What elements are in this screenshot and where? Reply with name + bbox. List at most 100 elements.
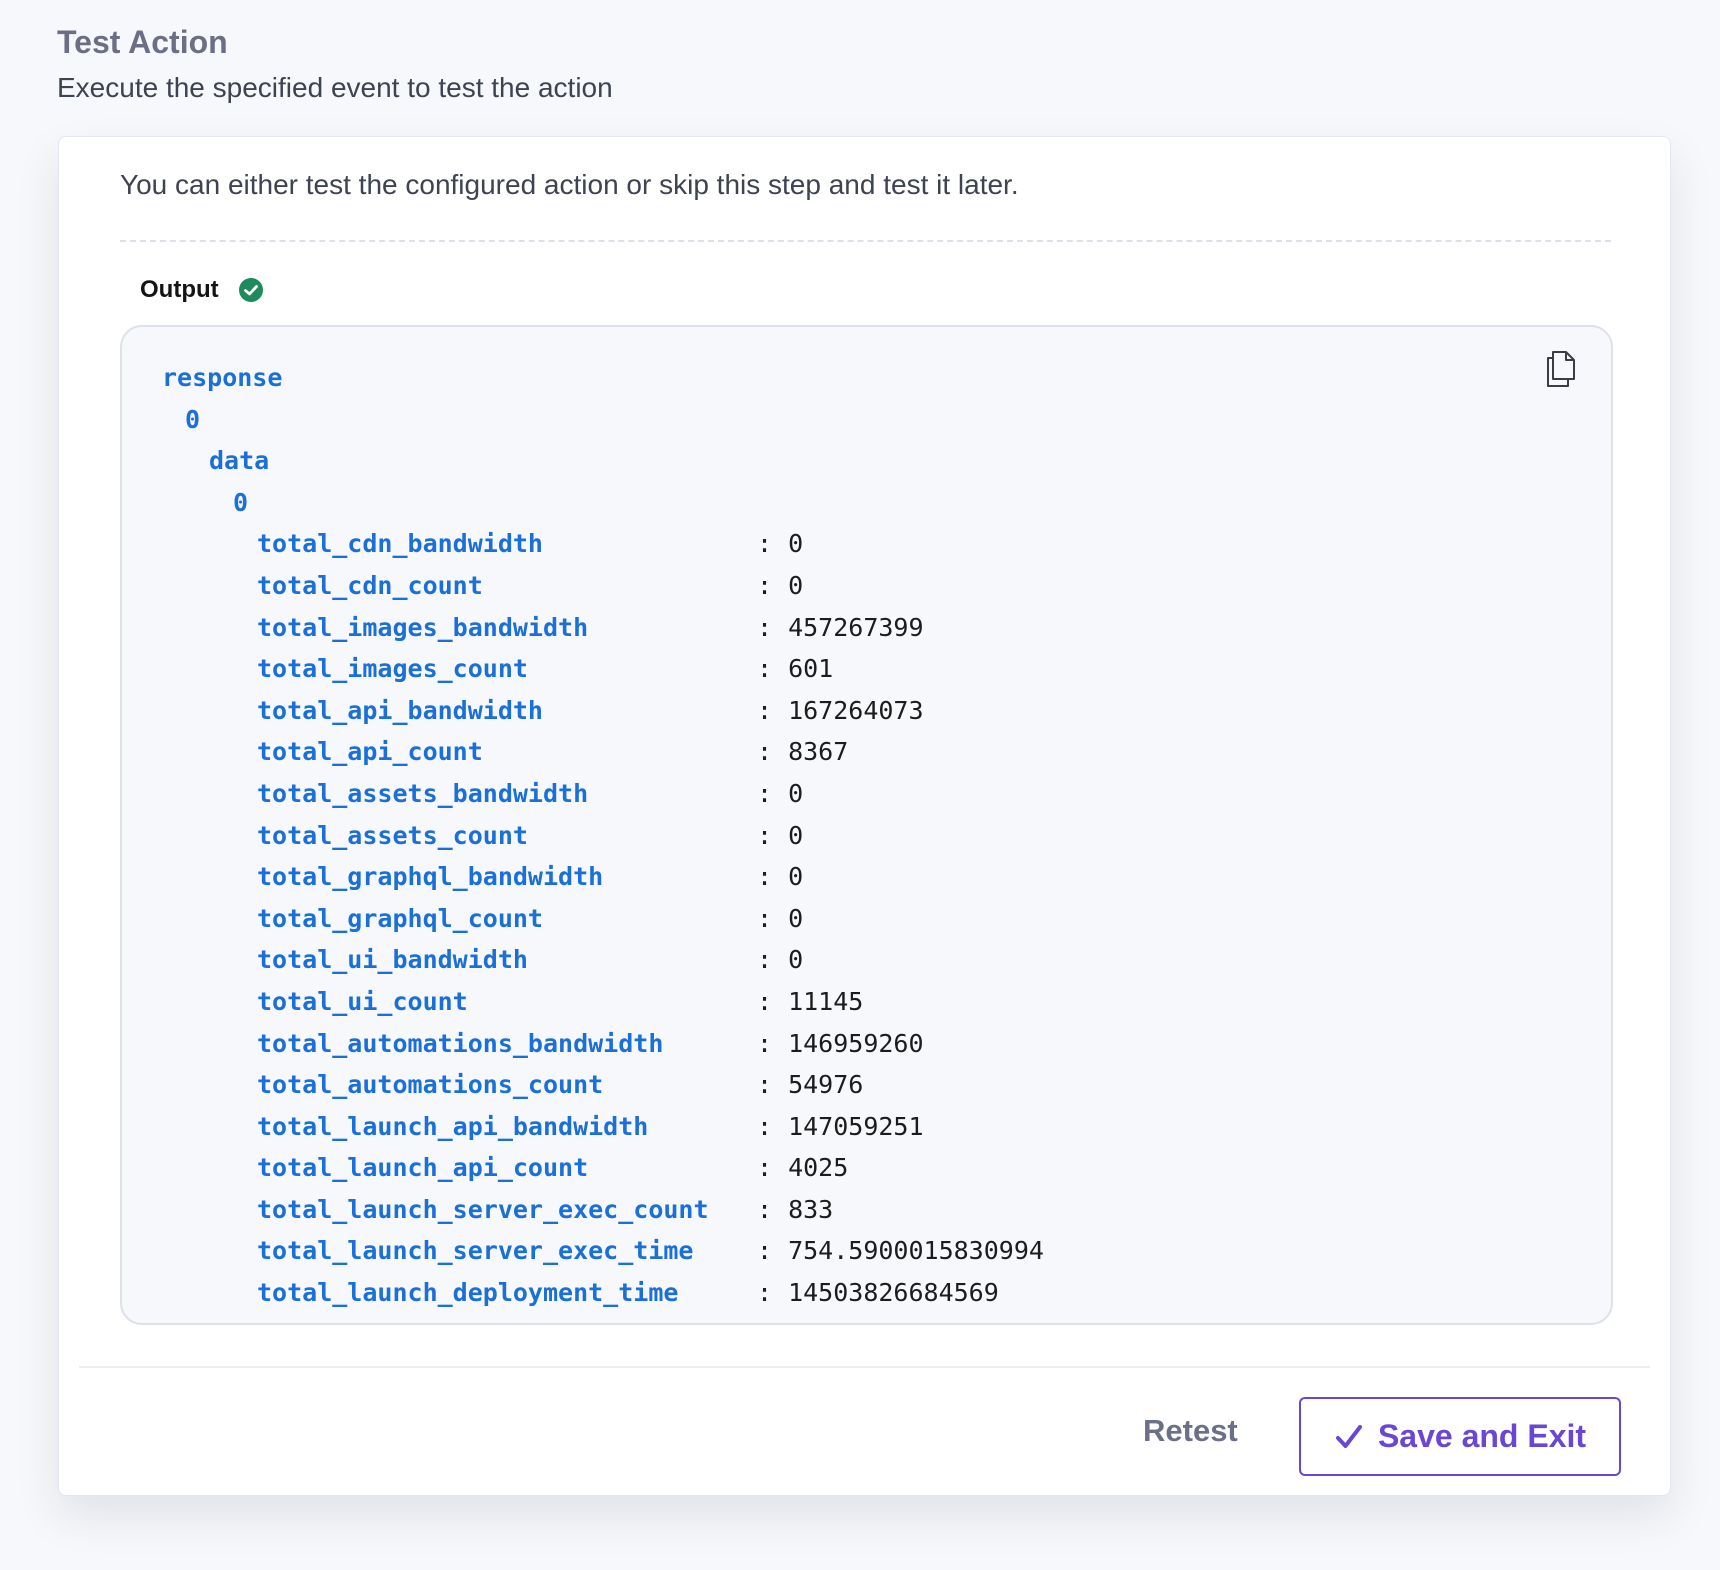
copy-icon[interactable] [1543,349,1579,389]
field-separator: : [757,903,773,933]
field-separator: : [757,862,773,892]
field-separator: : [757,1153,773,1183]
json-key: data [209,446,270,476]
field-key: total_graphql_bandwidth [257,862,604,892]
footer-divider [79,1366,1650,1368]
field-value: 754.5900015830994 [788,1236,1044,1266]
code-field-row: total_launch_server_exec_time:754.590001… [162,1230,1511,1272]
code-line-data: data [162,440,1511,482]
field-key: total_launch_deployment_count [257,1314,757,1323]
output-header: Output [140,270,264,310]
field-key: total_ui_count [257,986,468,1016]
field-key: total_launch_api_bandwidth [257,1111,649,1141]
field-separator: : [757,612,773,642]
code-content: response 0 data 0 total_cdn_bandwidth:0 t… [162,357,1511,1323]
save-and-exit-label: Save and Exit [1377,1418,1587,1454]
code-field-row: total_automations_count:54976 [162,1064,1511,1106]
field-key: total_images_bandwidth [257,612,589,642]
field-key: total_ui_bandwidth [257,945,528,975]
code-field-row: total_ui_count:11145 [162,981,1511,1023]
field-separator: : [757,1236,773,1266]
code-line-index: 0 [162,399,1511,441]
field-value: 147059251 [788,1111,924,1141]
code-field-row: total_api_bandwidth:167264073 [162,690,1511,732]
field-key: total_assets_count [257,820,528,850]
field-value: 8367 [788,737,849,767]
code-field-row: total_launch_deployment_time:14503826684… [162,1272,1511,1314]
field-value: 4025 [788,1153,849,1183]
field-separator: : [757,695,773,725]
code-field-row: total_assets_count:0 [162,815,1511,857]
field-value: 146959260 [788,1028,924,1058]
field-key: total_api_bandwidth [257,695,543,725]
code-line-data-index: 0 [162,482,1511,524]
code-field-row: total_automations_bandwidth:146959260 [162,1023,1511,1065]
field-key: total_assets_bandwidth [257,778,589,808]
field-separator: : [757,820,773,850]
field-key: total_api_count [257,737,483,767]
code-field-row: total_launch_server_exec_count:833 [162,1189,1511,1231]
field-value: 0 [788,820,804,850]
field-key: total_launch_server_exec_time [257,1236,694,1266]
code-field-row: total_ui_bandwidth:0 [162,939,1511,981]
field-key: total_launch_api_count [257,1153,589,1183]
field-value: 833 [788,1194,834,1224]
field-key: total_graphql_count [257,903,543,933]
field-separator: : [757,654,773,684]
field-rows: total_cdn_bandwidth:0 total_cdn_count:0 to… [162,523,1511,1323]
code-field-row: total_images_count:601 [162,648,1511,690]
field-separator: : [757,1278,773,1308]
field-separator: : [757,1194,773,1224]
field-key: total_images_count [257,654,528,684]
card-description: You can either test the configured actio… [120,169,1019,200]
field-key: total_automations_count [257,1070,604,1100]
code-field-row: total_assets_bandwidth:0 [162,773,1511,815]
code-field-row: total_launch_deployment_count: 104 [162,1314,1511,1323]
field-separator: : [757,986,773,1016]
field-value: 0 [788,945,804,975]
field-value: 54976 [788,1070,864,1100]
field-separator: : [757,1111,773,1141]
checkmark-icon [1334,1422,1364,1452]
field-separator: : [757,778,773,808]
page-header: Test Action Execute the specified event … [57,18,613,110]
field-value: 0 [788,570,804,600]
field-key: total_launch_server_exec_count [257,1194,709,1224]
code-field-row: total_graphql_bandwidth:0 [162,856,1511,898]
field-value: 601 [788,654,834,684]
field-separator: : [757,945,773,975]
code-field-row: total_cdn_bandwidth:0 [162,523,1511,565]
field-key: total_launch_deployment_time [257,1278,679,1308]
field-key: total_cdn_count [257,570,483,600]
field-value: 11145 [788,986,864,1016]
code-field-row: total_launch_api_count:4025 [162,1147,1511,1189]
json-key: 0 [233,487,249,517]
field-value: 0 [788,529,804,559]
field-separator: : [757,529,773,559]
dashed-divider [120,240,1611,242]
field-separator: : [757,570,773,600]
page-subtitle: Execute the specified event to test the … [57,72,613,103]
json-key: 0 [185,404,201,434]
code-field-row: total_api_count:8367 [162,731,1511,773]
output-label: Output [140,276,219,303]
field-key: total_cdn_bandwidth [257,529,543,559]
retest-button[interactable]: Retest [1115,1395,1266,1467]
code-field-row: total_images_bandwidth:457267399 [162,607,1511,649]
field-value: 14503826684569 [788,1278,999,1308]
code-field-row: total_graphql_count:0 [162,898,1511,940]
field-separator: : [757,737,773,767]
field-key: total_automations_bandwidth [257,1028,664,1058]
test-action-card: You can either test the configured actio… [58,136,1671,1496]
field-separator: : [757,1028,773,1058]
json-key: response [162,363,283,392]
field-separator: : [757,1314,772,1323]
save-and-exit-button[interactable]: Save and Exit [1299,1397,1621,1476]
field-separator: : [757,1070,773,1100]
code-line-root: response [162,357,1511,399]
field-value: 104 [788,1314,833,1323]
code-field-row: total_cdn_count:0 [162,565,1511,607]
output-code-panel[interactable]: response 0 data 0 total_cdn_bandwidth:0 t… [120,325,1613,1325]
field-value: 0 [788,903,804,933]
check-circle-icon [238,277,264,303]
